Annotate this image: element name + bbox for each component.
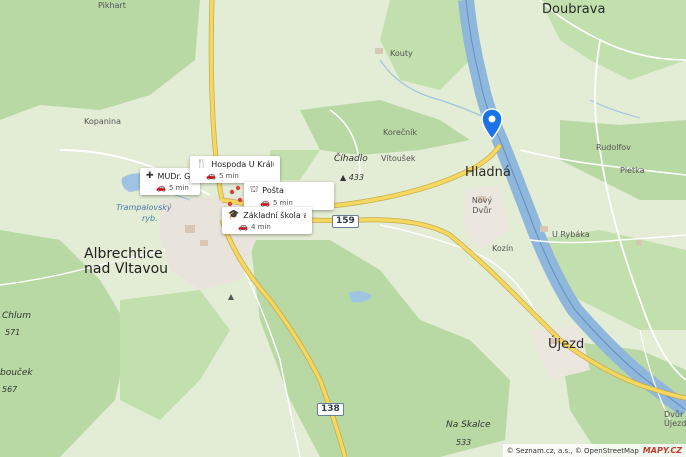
mapy-cz-logo: MAPY.CZ: [642, 446, 682, 455]
poi-name: Hospoda U Králů: [211, 159, 274, 169]
restaurant-icon: 🍴: [196, 159, 208, 169]
map-attribution[interactable]: © Seznam.cz, a.s., © OpenStreetMap MAPY.…: [502, 444, 686, 457]
peak-elev-chlum: 571: [5, 328, 21, 337]
place-label-nad-vltavou: nad Vltavou: [84, 261, 169, 277]
place-label-dvur: Dvůr: [664, 410, 684, 419]
poi-name: Základní škola a ...: [243, 210, 306, 220]
place-label-kozin: Kozín: [492, 244, 514, 253]
place-label-dvur-ujezd: Újezd: [664, 419, 686, 428]
car-icon: 🚗: [156, 183, 166, 192]
place-label-doubrava: Doubrava: [542, 2, 606, 17]
place-label-kouty: Kouty: [390, 49, 413, 58]
peak-elev-na-skalce: 533: [456, 438, 472, 447]
poi-card-post-office[interactable]: ⛫ Pošta 🚗 5 min: [244, 182, 334, 210]
place-label-vitousek: Vítoušek: [381, 154, 416, 163]
place-label-pletka: Pletka: [620, 166, 645, 175]
peak-label-boucek: bouček: [0, 368, 33, 378]
car-icon: 🚗: [260, 198, 270, 207]
map-view[interactable]: Doubrava Pikhart Kouty Kopanina Korečník…: [0, 0, 686, 457]
place-label-u-rybaka: U Rybáka: [552, 230, 590, 239]
poi-time: 5 min: [272, 198, 293, 207]
school-icon: 🎓: [228, 210, 240, 220]
peak-label-cihadlo: Číhadlo: [334, 154, 368, 164]
peak-elev-boucek: 567: [2, 385, 18, 394]
post-office-icon: ⛫: [250, 185, 259, 195]
peak-label-na-skalce: Na Skalce: [446, 420, 491, 430]
place-label-ujezd: Újezd: [548, 337, 585, 352]
medical-icon: ✚: [146, 171, 154, 181]
road-shield-159: 159: [332, 215, 359, 228]
water-label-trampalovsky: Trampalovský: [116, 203, 172, 212]
poi-time: 4 min: [250, 222, 271, 231]
place-label-novy-dvur: Nový Dvůr: [471, 196, 493, 215]
road-shield-138: 138: [317, 403, 344, 416]
place-label-rudolfov: Rudolfov: [596, 143, 631, 152]
place-label-hladna: Hladná: [465, 165, 511, 180]
map-base-layer: [0, 0, 686, 457]
car-icon: 🚗: [206, 171, 216, 180]
place-label-pikhart: Pikhart: [98, 1, 126, 10]
peak-label-chlum: Chlum: [2, 311, 31, 321]
car-icon: 🚗: [238, 222, 248, 231]
poi-time: 5 min: [218, 171, 239, 180]
poi-time: 5 min: [168, 183, 189, 192]
place-label-kopanina: Kopanina: [84, 117, 121, 126]
attribution-text: © Seznam.cz, a.s., © OpenStreetMap: [506, 446, 639, 455]
poi-card-restaurant[interactable]: 🍴 Hospoda U Králů 🚗 5 min: [190, 156, 280, 183]
poi-name: Pošta: [262, 186, 284, 195]
poi-card-school[interactable]: 🎓Základní škola a ... 🚗4 min: [222, 207, 312, 234]
peak-elev-cihadlo: ▲ 433: [340, 173, 364, 182]
poi-name: MUDr. Glü: [157, 171, 194, 181]
place-label-korecnik: Korečník: [383, 128, 418, 137]
water-label-ryb: ryb.: [142, 214, 158, 223]
place-label-albrechtice: Albrechtice: [84, 246, 163, 262]
location-pin-icon[interactable]: [481, 108, 503, 140]
